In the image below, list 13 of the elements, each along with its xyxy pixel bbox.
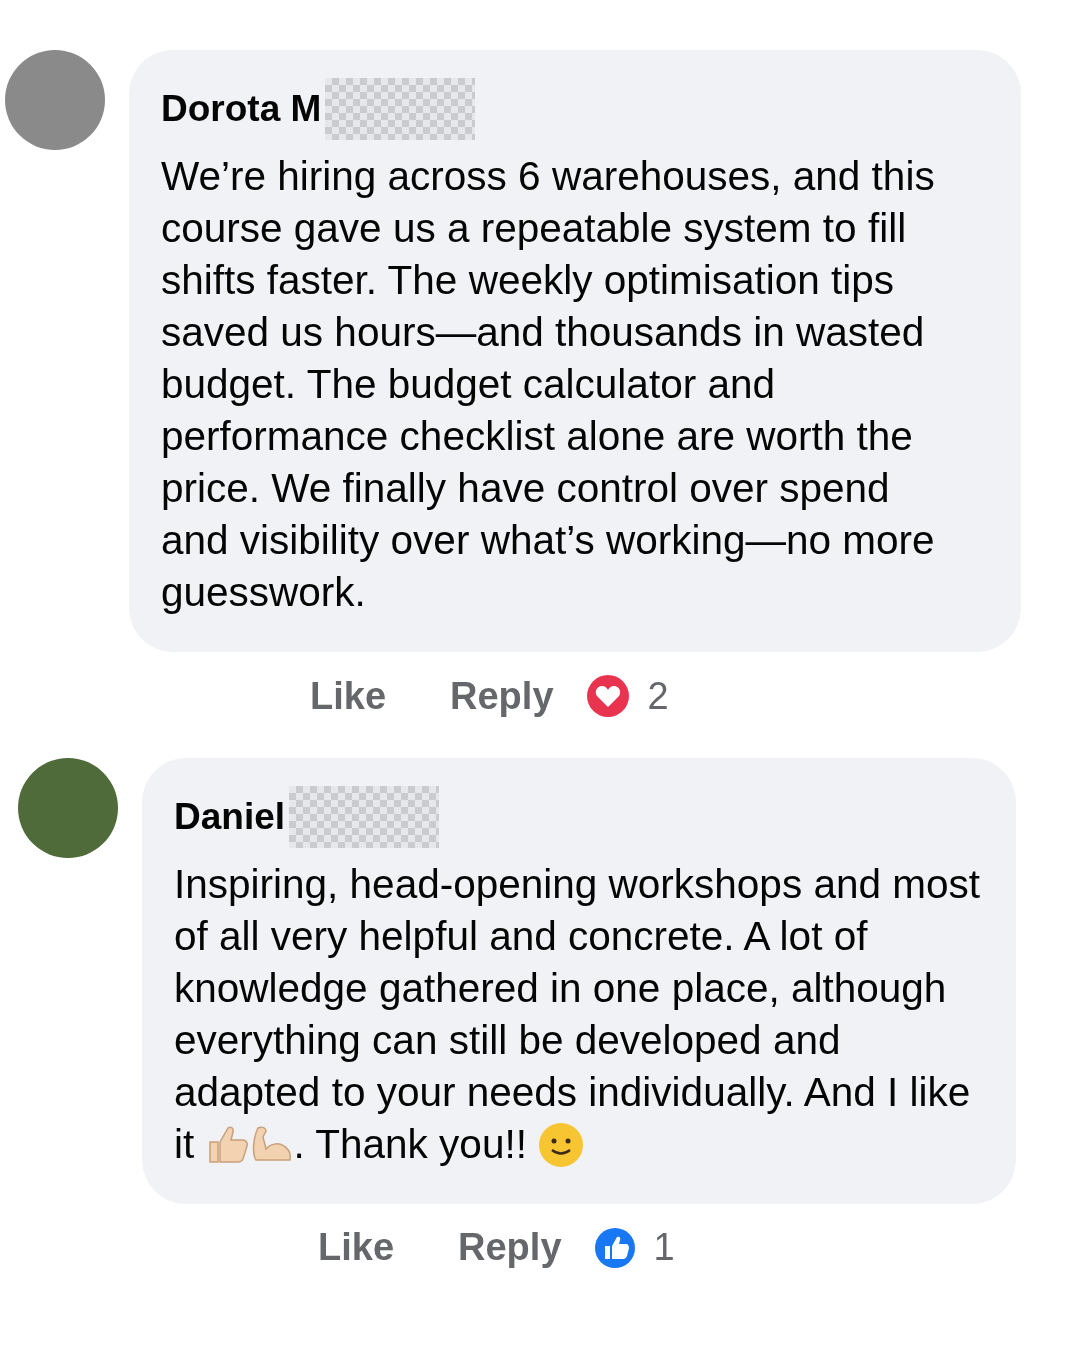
thumbs-up-reaction-icon: [593, 1226, 636, 1269]
reaction-count: 1: [653, 1226, 675, 1269]
comment-action-link[interactable]: Like: [310, 674, 387, 718]
author-name[interactable]: Daniel: [174, 796, 286, 838]
comment-action-link[interactable]: Reply: [450, 674, 554, 718]
comment-text: We’re hiring across 6 warehouses, and this course gave us a repeatable system to fill shifts faster. The weekly optimisation tips saved us hours—and thousands in wasted budget. The budget calculator and performance checklist alone are worth the price. We finally have control over spend and visibility over what’s working—no more guesswork.: [161, 152, 936, 617]
comment-action-link[interactable]: Like: [318, 1226, 395, 1269]
smiling-face-emoji-icon: [538, 1122, 585, 1168]
reaction-count: 2: [647, 674, 669, 718]
author-name[interactable]: Dorota M: [161, 88, 322, 130]
comment-action-link[interactable]: Reply: [458, 1226, 562, 1269]
comment-text: Inspiring, head-opening workshops and most of all very helpful and concrete. A lot of knowledge gathered in one place, although everything can still be developed and adapted to your needs individually. And I like it . Thank you!!: [174, 860, 981, 1170]
heart-reaction-icon: [585, 674, 630, 718]
